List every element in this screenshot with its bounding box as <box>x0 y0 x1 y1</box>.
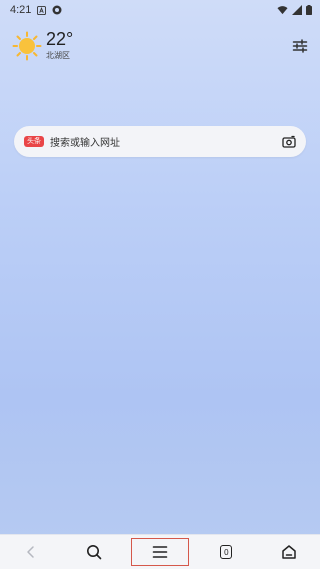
bottom-nav: 0 <box>0 534 320 569</box>
home-button[interactable] <box>264 538 314 566</box>
search-bar[interactable]: 头条 搜索或输入网址 <box>14 126 306 157</box>
status-right <box>277 5 312 15</box>
notification-a-icon <box>37 5 47 15</box>
search-button[interactable] <box>69 538 119 566</box>
tabs-count: 0 <box>224 547 229 557</box>
menu-icon <box>152 546 168 558</box>
weather-text: 22° 北湖区 <box>46 28 73 61</box>
sliders-icon <box>292 39 308 53</box>
settings-button[interactable] <box>292 38 308 54</box>
sun-icon <box>12 31 42 61</box>
search-icon <box>86 545 101 560</box>
status-bar: 4:21 <box>0 0 320 20</box>
chevron-left-icon <box>27 546 34 558</box>
menu-button[interactable] <box>130 538 189 566</box>
temperature: 22° <box>46 29 74 49</box>
weather-widget[interactable]: 22° 北湖区 <box>12 28 73 61</box>
back-button[interactable] <box>6 538 56 566</box>
notification-circle-icon <box>52 5 62 15</box>
location-label: 北湖区 <box>46 51 70 60</box>
search-input[interactable]: 搜索或输入网址 <box>50 134 120 149</box>
tabs-button[interactable]: 0 <box>201 538 251 566</box>
home-icon <box>282 545 296 559</box>
status-left: 4:21 <box>10 4 62 16</box>
camera-button[interactable] <box>282 135 296 149</box>
camera-icon <box>282 135 296 148</box>
status-time: 4:21 <box>10 4 32 16</box>
tabs-icon: 0 <box>220 545 233 559</box>
wifi-icon <box>277 5 288 15</box>
cell-signal-icon <box>292 5 302 15</box>
brand-badge: 头条 <box>24 136 44 147</box>
battery-icon <box>306 5 312 15</box>
